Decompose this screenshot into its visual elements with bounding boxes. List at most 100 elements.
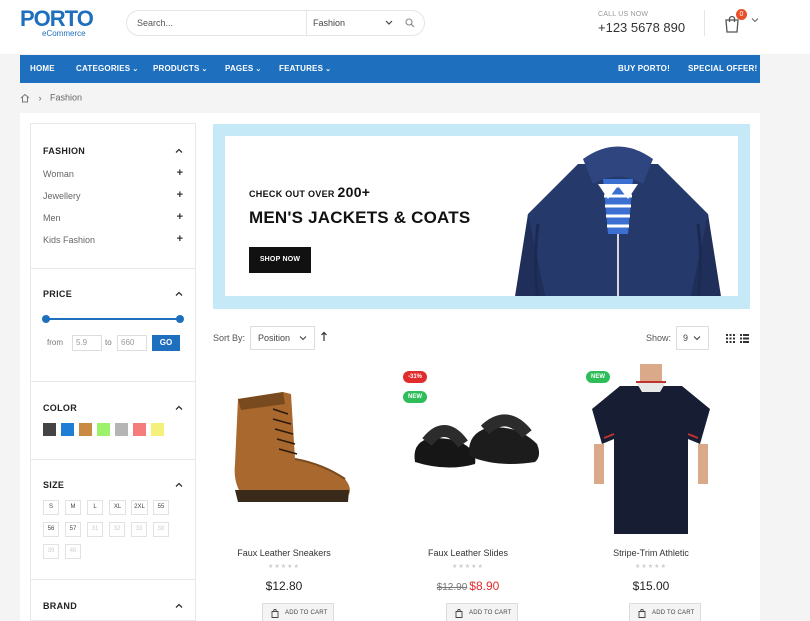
show-select[interactable]: 9 bbox=[676, 326, 709, 350]
size-option[interactable]: L bbox=[87, 500, 103, 515]
price-slider-max-handle[interactable] bbox=[176, 315, 184, 323]
product-name[interactable]: Stripe-Trim Athletic bbox=[580, 548, 722, 558]
size-option[interactable]: 57 bbox=[65, 522, 81, 537]
product-card[interactable]: Faux Leather Sneakers ★★★★★ $12.80 ADD T… bbox=[213, 364, 355, 621]
color-swatch[interactable] bbox=[97, 423, 110, 436]
size-option[interactable]: S bbox=[43, 500, 59, 515]
sale-price: $8.90 bbox=[469, 579, 500, 593]
size-option: 38 bbox=[153, 522, 169, 537]
chevron-up-icon[interactable] bbox=[175, 147, 183, 155]
price-from-input[interactable]: 5.9 bbox=[72, 335, 102, 351]
chevron-up-icon[interactable] bbox=[175, 404, 183, 412]
brand-title: BRAND bbox=[43, 601, 77, 611]
search-input[interactable] bbox=[137, 11, 307, 35]
chevron-down-icon: ⌄ bbox=[201, 66, 208, 73]
show-value: 9 bbox=[683, 333, 689, 343]
breadcrumb-separator: › bbox=[38, 92, 42, 103]
add-to-cart-button[interactable]: ADD TO CART bbox=[629, 603, 701, 621]
color-swatch[interactable] bbox=[133, 423, 146, 436]
color-swatch[interactable] bbox=[79, 423, 92, 436]
size-option: 31 bbox=[87, 522, 103, 537]
phone-number[interactable]: +123 5678 890 bbox=[598, 20, 685, 35]
chevron-down-icon bbox=[385, 20, 393, 25]
size-option[interactable]: 55 bbox=[153, 500, 169, 515]
add-to-cart-button[interactable]: ADD TO CART bbox=[446, 603, 518, 621]
promo-banner[interactable]: CHECK OUT OVER 200+ MEN'S JACKETS & COAT… bbox=[213, 124, 750, 309]
plus-icon[interactable]: + bbox=[177, 233, 183, 245]
cart-button[interactable]: 0 bbox=[722, 9, 762, 36]
color-swatch[interactable] bbox=[115, 423, 128, 436]
sort-value: Position bbox=[258, 333, 291, 343]
product-card[interactable]: NEW Stripe-Trim Athletic ★★★★★ $15.00 AD… bbox=[580, 364, 722, 621]
fashion-filter: FASHION Woman + Jewellery + Men + Kids F… bbox=[31, 124, 195, 269]
size-option[interactable]: 2XL bbox=[131, 500, 148, 515]
product-card[interactable]: -31% NEW Faux Leather Slides ★★★★★ $12.9… bbox=[397, 364, 539, 621]
plus-icon[interactable]: + bbox=[177, 189, 183, 201]
plus-icon[interactable]: + bbox=[177, 167, 183, 179]
add-to-cart-button[interactable]: ADD TO CART bbox=[262, 603, 334, 621]
bag-icon bbox=[638, 609, 646, 618]
home-icon[interactable] bbox=[20, 93, 30, 103]
color-swatch[interactable] bbox=[61, 423, 74, 436]
price-slider-track[interactable] bbox=[42, 315, 184, 323]
chevron-down-icon: ⌄ bbox=[255, 66, 262, 73]
price-slider-min-handle[interactable] bbox=[42, 315, 50, 323]
size-title: SIZE bbox=[43, 480, 65, 490]
fashion-title: FASHION bbox=[43, 146, 86, 156]
price-value: $12.80 bbox=[265, 579, 303, 593]
category-link-woman[interactable]: Woman bbox=[43, 169, 74, 179]
nav-item-buy-porto[interactable]: BUY PORTO! bbox=[618, 55, 670, 83]
nav-item-pages[interactable]: PAGES ⌄ bbox=[225, 55, 262, 83]
search-category-value: Fashion bbox=[313, 18, 346, 28]
size-option[interactable]: 56 bbox=[43, 522, 59, 537]
search-category-select[interactable]: Fashion bbox=[313, 11, 393, 35]
logo-subtitle: eCommerce bbox=[42, 29, 86, 38]
chevron-up-icon[interactable] bbox=[175, 290, 183, 298]
banner-kicker: CHECK OUT OVER 200+ bbox=[249, 184, 370, 200]
product-name[interactable]: Faux Leather Slides bbox=[397, 548, 539, 558]
add-to-cart-label: ADD TO CART bbox=[469, 610, 512, 616]
rating-stars: ★★★★★ bbox=[452, 564, 484, 570]
price-from-label: from bbox=[47, 338, 63, 347]
product-name[interactable]: Faux Leather Sneakers bbox=[213, 548, 355, 558]
shop-now-button[interactable]: SHOP NOW bbox=[249, 247, 311, 273]
call-label: CALL US NOW bbox=[598, 11, 649, 18]
nav-item-features[interactable]: FEATURES ⌄ bbox=[279, 55, 331, 83]
chevron-up-icon[interactable] bbox=[175, 481, 183, 489]
nav-label: CATEGORIES bbox=[76, 64, 131, 73]
header-divider bbox=[704, 10, 705, 36]
chevron-down-icon bbox=[299, 336, 307, 341]
size-filter: SIZE S M L XL 2XL 55 56 57 31 32 33 38 3… bbox=[31, 460, 195, 580]
logo-text: PORTO bbox=[20, 6, 94, 31]
nav-label: BUY PORTO! bbox=[618, 64, 670, 73]
call-info: CALL US NOW +123 5678 890 bbox=[598, 11, 685, 35]
category-link-kids[interactable]: Kids Fashion bbox=[43, 235, 95, 245]
size-option[interactable]: M bbox=[65, 500, 81, 515]
color-swatch[interactable] bbox=[43, 423, 56, 436]
sort-label: Sort By: bbox=[213, 333, 246, 343]
cart-count-badge: 0 bbox=[736, 9, 747, 20]
search-button[interactable] bbox=[397, 11, 423, 35]
category-link-jewellery[interactable]: Jewellery bbox=[43, 191, 81, 201]
size-option[interactable]: XL bbox=[109, 500, 126, 515]
grid-view-icon[interactable] bbox=[726, 334, 735, 343]
sort-direction-icon[interactable] bbox=[320, 331, 328, 342]
nav-item-special-offer[interactable]: SPECIAL OFFER! bbox=[688, 55, 757, 83]
rating-stars: ★★★★★ bbox=[268, 564, 300, 570]
nav-item-home[interactable]: HOME bbox=[30, 55, 55, 83]
discount-badge: -31% bbox=[403, 371, 428, 383]
price-title: PRICE bbox=[43, 289, 73, 299]
rating-stars: ★★★★★ bbox=[635, 564, 667, 570]
plus-icon[interactable]: + bbox=[177, 211, 183, 223]
price-go-button[interactable]: GO bbox=[152, 335, 180, 351]
logo[interactable]: PORTO eCommerce bbox=[20, 6, 94, 38]
list-view-icon[interactable] bbox=[740, 334, 749, 343]
product-price: $12.90 $8.90 bbox=[397, 579, 539, 593]
price-to-input[interactable]: 660 bbox=[117, 335, 147, 351]
sort-select[interactable]: Position bbox=[250, 326, 315, 350]
nav-item-products[interactable]: PRODUCTS ⌄ bbox=[153, 55, 208, 83]
color-swatch[interactable] bbox=[151, 423, 164, 436]
chevron-up-icon[interactable] bbox=[175, 602, 183, 610]
nav-item-categories[interactable]: CATEGORIES ⌄ bbox=[76, 55, 138, 83]
category-link-men[interactable]: Men bbox=[43, 213, 61, 223]
